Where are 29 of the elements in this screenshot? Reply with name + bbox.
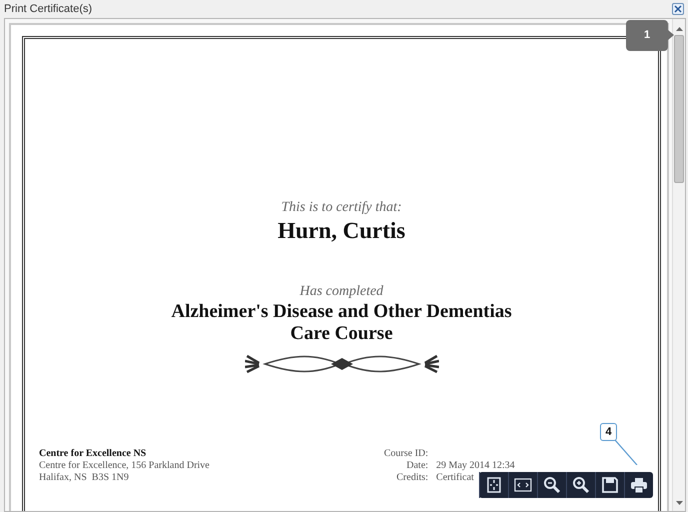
save-icon [601,476,619,494]
fit-width-icon [514,476,532,494]
close-button[interactable] [672,3,684,15]
course-title: Care Course [290,323,393,345]
course-title: Alzheimer's Disease and Other Dementias [171,301,512,323]
detail-label: Date: [406,460,428,472]
leader-line [614,440,638,465]
scroll-down-icon[interactable] [676,501,682,505]
detail-label: Course ID: [384,448,428,460]
address-line: Centre for Excellence, 156 Parkland Drive [39,460,210,472]
scrollbar[interactable] [672,19,685,511]
print-icon [630,476,648,494]
completed-text: Has completed [300,283,384,301]
callout-badge: 1 [626,20,668,51]
zoom-in-icon [572,476,590,494]
detail-value: Certificat [436,472,475,484]
detail-value: 29 May 2014 12:34 [436,460,516,472]
callout-pointer-icon [668,30,674,40]
detail-label: Credits: [396,472,428,484]
recipient-name: Hurn, Curtis [278,217,406,245]
window-title: Print Certificate(s) [4,2,92,17]
scroll-up-icon[interactable] [676,27,682,31]
certify-text: This is to certify that: [281,199,402,217]
organization-name: Centre for Excellence NS [39,448,148,460]
callout-badge: 4 [600,423,617,441]
address-line: Halifax, NS B3S 1N9 [39,472,130,484]
zoom-out-icon [543,476,561,494]
fit-page-icon [485,476,503,494]
scroll-thumb[interactable] [674,35,684,183]
